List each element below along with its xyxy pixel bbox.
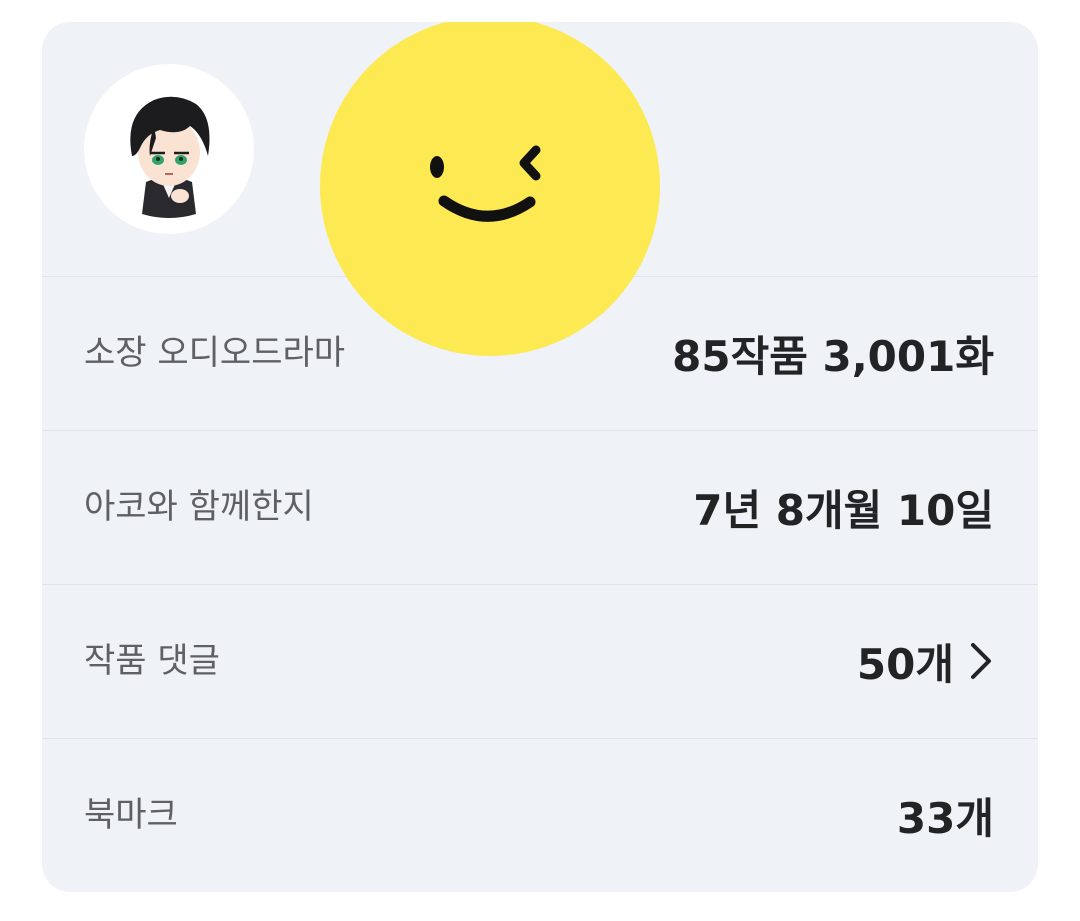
avatar-character-icon bbox=[130, 96, 210, 218]
stat-value: 33개 bbox=[897, 738, 994, 892]
stat-value: 85작품 3,001화 bbox=[672, 276, 994, 430]
stat-label: 아코와 함께한지 bbox=[84, 487, 314, 527]
profile-card: 소장 오디오드라마 85작품 3,001화 아코와 함께한지 7년 8개월 10… bbox=[42, 22, 1038, 892]
stat-value-text: 50개 bbox=[856, 639, 954, 689]
stat-row-bookmarks: 북마크 33개 bbox=[42, 738, 1038, 892]
stat-value-text: 33개 bbox=[896, 793, 994, 843]
stat-row-comments[interactable]: 작품 댓글 50개 bbox=[42, 584, 1038, 738]
avatar[interactable] bbox=[84, 64, 254, 234]
stat-value-text: 7년 8개월 10일 bbox=[693, 485, 994, 535]
stat-label: 작품 댓글 bbox=[84, 641, 220, 681]
stat-row-days-together: 아코와 함께한지 7년 8개월 10일 bbox=[42, 430, 1038, 584]
stat-label: 소장 오디오드라마 bbox=[84, 333, 346, 373]
stat-value[interactable]: 50개 bbox=[857, 584, 994, 738]
stat-label: 북마크 bbox=[84, 795, 178, 835]
stat-value: 7년 8개월 10일 bbox=[693, 430, 994, 584]
stat-value-text: 85작품 3,001화 bbox=[672, 331, 994, 381]
chevron-right-icon[interactable] bbox=[968, 641, 994, 681]
wink-smile-icon bbox=[320, 22, 660, 356]
